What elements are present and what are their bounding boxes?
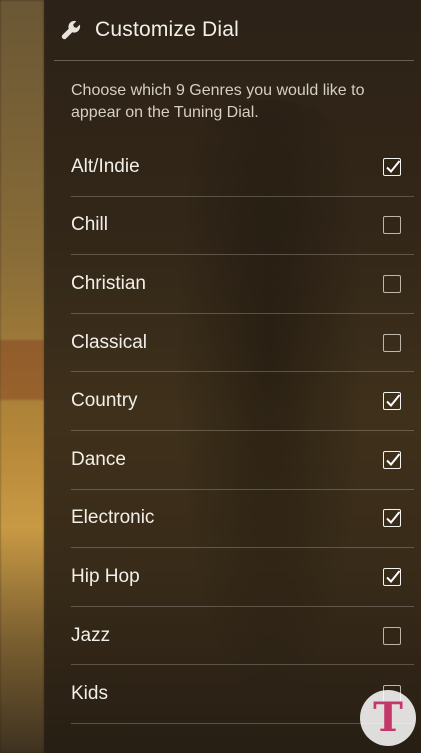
genre-label: Classical (71, 331, 148, 353)
genre-checkbox[interactable] (383, 216, 401, 235)
genre-row[interactable]: Dance (71, 431, 414, 490)
genre-list: Alt/Indie Chill Christian Classical Country D… (71, 138, 414, 724)
header-divider (54, 60, 414, 61)
genre-checkbox[interactable] (383, 274, 401, 293)
genre-label: Hip Hop (71, 565, 140, 587)
genre-checkbox[interactable] (383, 333, 401, 352)
background-image-strip (0, 0, 44, 753)
genre-label: Dance (71, 448, 126, 470)
genre-row[interactable]: Chill (71, 197, 414, 256)
intro-text: Choose which 9 Genres you would like to … (71, 82, 365, 121)
genre-checkbox[interactable] (383, 450, 401, 469)
genre-label: Electronic (71, 507, 155, 529)
checkmark-icon (386, 160, 401, 173)
genre-row[interactable]: Hip Hop (71, 548, 414, 607)
page-title: Customize Dial (95, 18, 240, 41)
watermark-logo: T (360, 690, 416, 746)
checkmark-icon (386, 453, 401, 466)
genre-label: Christian (71, 272, 146, 294)
wrench-icon (60, 19, 82, 41)
genre-label: Alt/Indie (71, 155, 140, 177)
genre-row[interactable]: Electronic (71, 490, 414, 549)
genre-label: Jazz (71, 624, 111, 646)
genre-checkbox[interactable] (383, 392, 401, 411)
genre-row[interactable]: Country (71, 372, 414, 431)
genre-row[interactable]: Christian (71, 255, 414, 314)
genre-row[interactable]: Jazz (71, 607, 414, 666)
genre-row[interactable]: Classical (71, 314, 414, 373)
genre-checkbox[interactable] (383, 626, 401, 645)
genre-row[interactable]: Alt/Indie (71, 138, 414, 197)
watermark-glyph: T (373, 694, 403, 741)
checkmark-icon (386, 511, 401, 525)
panel-header: Customize Dial (44, 0, 414, 60)
genre-label: Chill (71, 214, 108, 236)
checkmark-icon (386, 570, 401, 583)
genre-label: Kids (71, 683, 108, 705)
genre-checkbox[interactable] (383, 157, 401, 176)
genre-checkbox[interactable] (383, 509, 401, 528)
checkmark-icon (386, 394, 401, 408)
genre-label: Country (71, 390, 138, 412)
genre-checkbox[interactable] (383, 567, 401, 586)
